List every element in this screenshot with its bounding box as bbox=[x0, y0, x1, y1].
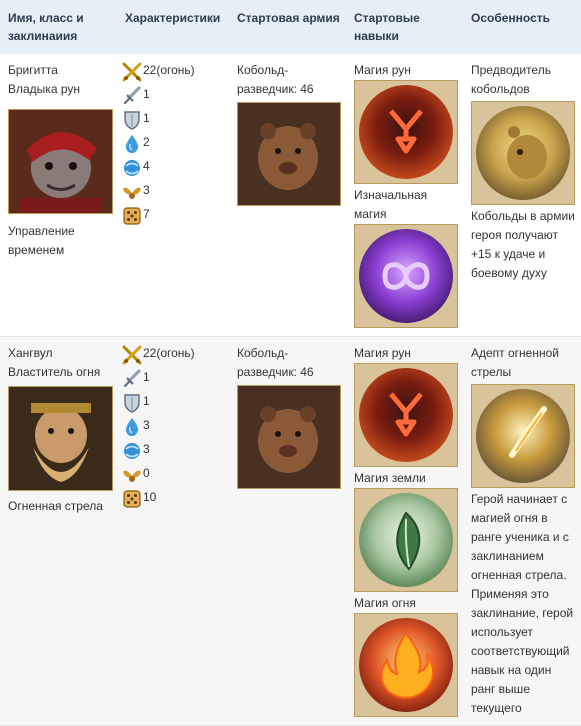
army-label: Кобольд-разведчик: 46 bbox=[237, 63, 314, 96]
army-label: Кобольд-разведчик: 46 bbox=[237, 346, 314, 379]
fire-magic-image[interactable] bbox=[354, 613, 458, 717]
stat-defense: 1 bbox=[124, 109, 225, 133]
stat-attack: 22(огонь) bbox=[122, 344, 225, 368]
hero-portrait[interactable] bbox=[8, 386, 113, 491]
hero-class: Властитель огня bbox=[8, 365, 101, 379]
spellpower-orb-icon bbox=[123, 159, 141, 177]
table-row: Бригитта Владыка рун Управление временем bbox=[0, 54, 581, 337]
stat-value: 1 bbox=[143, 111, 150, 125]
kobold-leader-image[interactable] bbox=[471, 101, 575, 205]
stat-attack: 22(огонь) bbox=[122, 61, 225, 85]
skill-label: Магия огня bbox=[354, 596, 416, 610]
shield-icon bbox=[124, 111, 140, 130]
hero-skills-cell: Магия рун Магия земли Магия огня bbox=[346, 336, 463, 726]
hero-specialty-cell: Предводитель кобольдов Кобольды в армии … bbox=[463, 54, 581, 337]
stat-offense: 1 bbox=[123, 368, 225, 392]
skill-label: Магия рун bbox=[354, 346, 411, 360]
spellpower-orb-icon bbox=[123, 442, 141, 460]
hero-specialty-cell: Адепт огненной стрелы Герой начинает с м… bbox=[463, 336, 581, 726]
skill-label: Магия рун bbox=[354, 63, 411, 77]
heroes-table: Имя, класс и заклинаиия Характеристики С… bbox=[0, 0, 581, 726]
stat-value: 1 bbox=[143, 394, 150, 408]
morale-wings-icon bbox=[123, 187, 141, 199]
hero-class: Владыка рун bbox=[8, 82, 80, 96]
sword-icon bbox=[123, 369, 141, 388]
hero-stats-cell: 22(огонь) 1 1 3 3 0 10 bbox=[117, 336, 229, 726]
stat-value: 7 bbox=[143, 207, 150, 221]
header-starting-army: Стартовая армия bbox=[229, 0, 346, 54]
stat-value: 4 bbox=[143, 159, 150, 173]
stat-value: 22(огонь) bbox=[143, 346, 195, 360]
stat-knowledge: 2 bbox=[125, 133, 225, 157]
table-header-row: Имя, класс и заклинаиия Характеристики С… bbox=[0, 0, 581, 54]
header-stats: Характеристики bbox=[117, 0, 229, 54]
rune-magic-image[interactable] bbox=[354, 363, 458, 467]
fire-arrow-image[interactable] bbox=[471, 384, 575, 488]
earth-magic-image[interactable] bbox=[354, 488, 458, 592]
stat-value: 10 bbox=[143, 490, 157, 504]
header-starting-skills: Стартовые навыки bbox=[346, 0, 463, 54]
kobold-scout-image[interactable] bbox=[237, 385, 341, 489]
hero-spell: Управление временем bbox=[8, 224, 75, 257]
stat-value: 0 bbox=[143, 466, 150, 480]
stat-morale: 0 bbox=[123, 464, 225, 488]
hero-name: Хангвул bbox=[8, 346, 53, 360]
header-name-class-spells: Имя, класс и заклинаиия bbox=[0, 0, 117, 54]
hero-army-cell: Кобольд-разведчик: 46 bbox=[229, 54, 346, 337]
stat-spellpower: 4 bbox=[123, 157, 225, 181]
stat-luck: 7 bbox=[123, 205, 225, 229]
stat-value: 2 bbox=[143, 135, 150, 149]
hero-portrait[interactable] bbox=[8, 109, 113, 214]
hero-skills-cell: Магия рун Изначальная магия bbox=[346, 54, 463, 337]
hero-spell: Огненная стрела bbox=[8, 499, 103, 513]
rune-magic-image[interactable] bbox=[354, 80, 458, 184]
stat-spellpower: 3 bbox=[123, 440, 225, 464]
stat-value: 1 bbox=[143, 370, 150, 384]
hero-name: Бригитта bbox=[8, 63, 58, 77]
kobold-scout-image[interactable] bbox=[237, 102, 341, 206]
shield-icon bbox=[124, 394, 140, 413]
specialty-description: Кобольды в армии героя получают +15 к уд… bbox=[471, 209, 575, 280]
stat-knowledge: 3 bbox=[125, 416, 225, 440]
morale-wings-icon bbox=[123, 470, 141, 482]
stat-value: 3 bbox=[143, 418, 150, 432]
luck-dice-icon bbox=[123, 490, 141, 508]
sword-icon bbox=[123, 86, 141, 105]
stat-luck: 10 bbox=[123, 488, 225, 512]
luck-dice-icon bbox=[123, 207, 141, 225]
stat-morale: 3 bbox=[123, 181, 225, 205]
crossed-swords-icon bbox=[122, 62, 142, 82]
hero-stats-cell: 22(огонь) 1 1 2 4 3 7 bbox=[117, 54, 229, 337]
hero-army-cell: Кобольд-разведчик: 46 bbox=[229, 336, 346, 726]
stat-defense: 1 bbox=[124, 392, 225, 416]
specialty-title: Адепт огненной стрелы bbox=[471, 346, 559, 379]
stat-offense: 1 bbox=[123, 85, 225, 109]
knowledge-drop-icon bbox=[125, 417, 139, 437]
stat-value: 22(огонь) bbox=[143, 63, 195, 77]
knowledge-drop-icon bbox=[125, 134, 139, 154]
specialty-description: Герой начинает с магией огня в ранге уче… bbox=[471, 492, 574, 715]
skill-label: Изначальная магия bbox=[354, 188, 428, 221]
hero-info-cell: Бригитта Владыка рун Управление временем bbox=[0, 54, 117, 337]
hero-info-cell: Хангвул Властитель огня Огненная стрела bbox=[0, 336, 117, 726]
stat-value: 3 bbox=[143, 183, 150, 197]
stat-value: 1 bbox=[143, 87, 150, 101]
table-row: Хангвул Властитель огня Огненная стрела … bbox=[0, 336, 581, 726]
crossed-swords-icon bbox=[122, 345, 142, 365]
specialty-title: Предводитель кобольдов bbox=[471, 63, 551, 96]
header-specialty: Особенность bbox=[463, 0, 581, 54]
primal-magic-image[interactable] bbox=[354, 224, 458, 328]
stat-value: 3 bbox=[143, 442, 150, 456]
skill-label: Магия земли bbox=[354, 471, 426, 485]
